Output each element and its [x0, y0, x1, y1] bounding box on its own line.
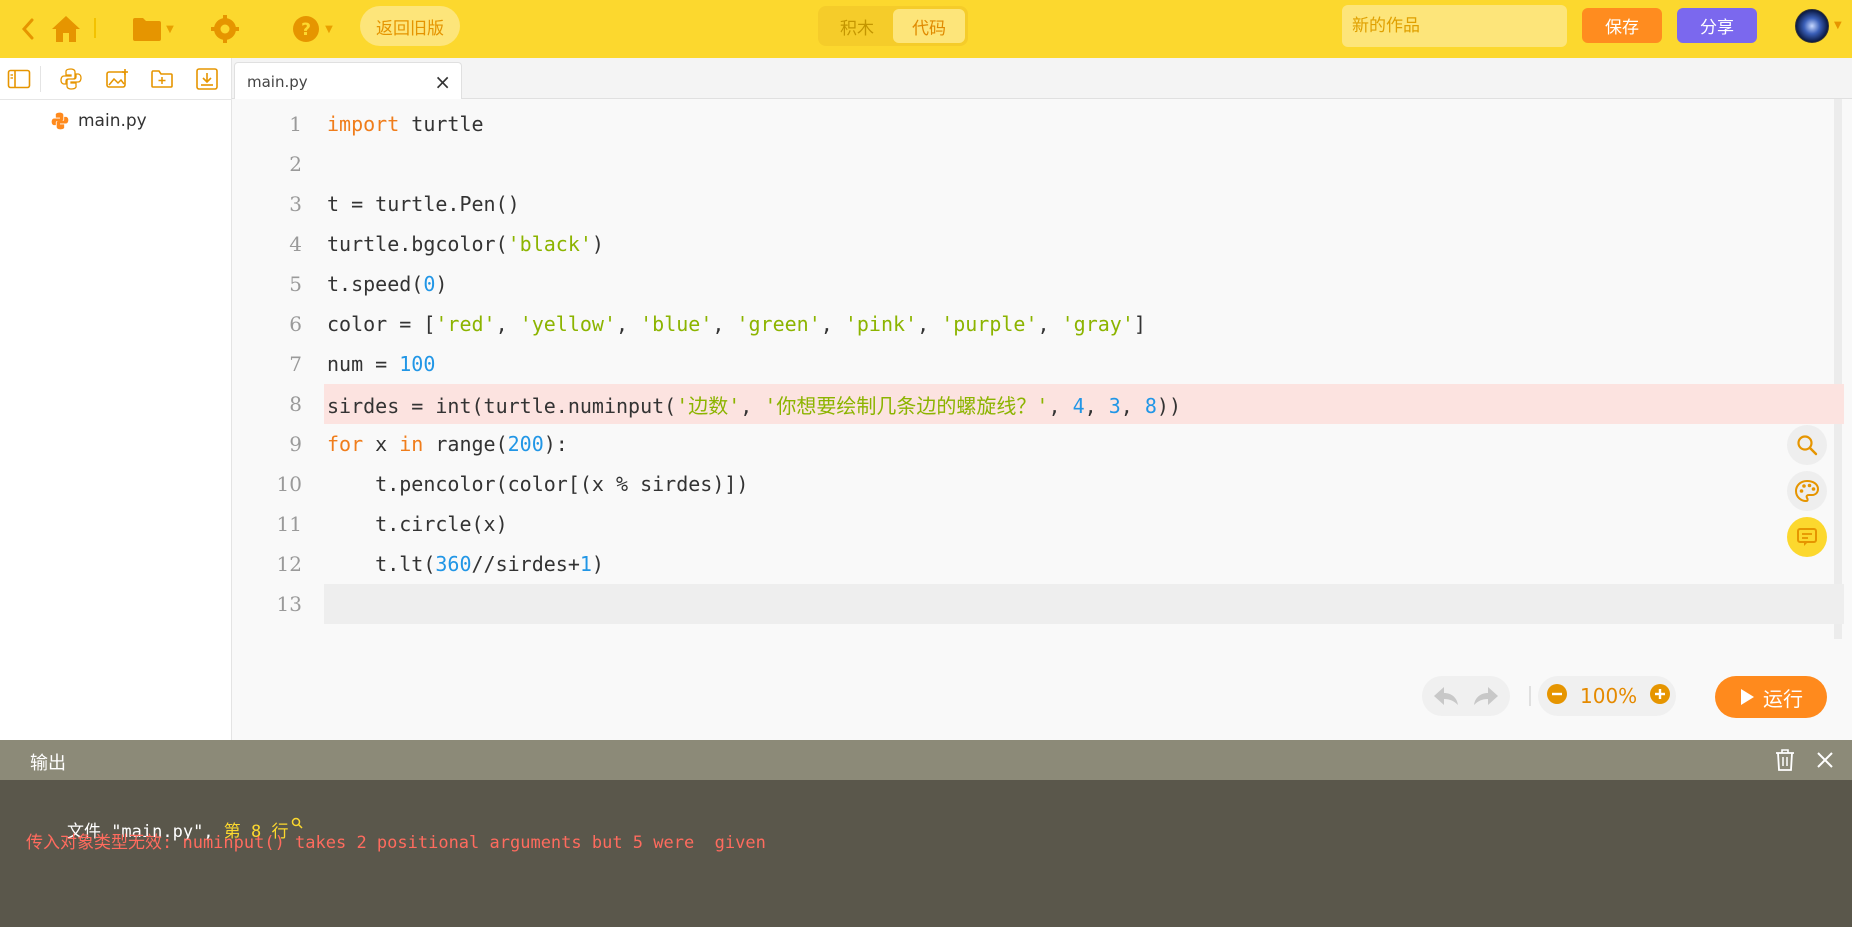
add-image-icon[interactable]: [104, 67, 130, 91]
line-number: 8: [289, 392, 302, 416]
undo-icon[interactable]: [1432, 684, 1460, 712]
help-icon: ?: [293, 16, 320, 42]
redo-icon[interactable]: [1472, 684, 1500, 712]
play-icon: [1741, 689, 1754, 705]
run-label: 运行: [1763, 686, 1803, 711]
code-line[interactable]: 2: [232, 144, 1842, 184]
settings-gear-icon[interactable]: [208, 9, 242, 49]
toolbar-divider: [1529, 686, 1531, 706]
palette-icon[interactable]: [1787, 471, 1827, 511]
tab-main-py[interactable]: main.py ×: [234, 62, 462, 100]
code-line[interactable]: 4 turtle.bgcolor('black'): [232, 224, 1842, 264]
home-icon[interactable]: [48, 9, 84, 49]
code-text: for x in range(200):: [327, 432, 568, 456]
mode-switch: 积木 代码: [818, 6, 968, 46]
code-line[interactable]: 10 t.pencolor(color[(x % sirdes)]): [232, 464, 1842, 504]
top-toolbar: ▼ ? ▼ 返回旧版 积木 代码 保存 分享 ▼: [0, 0, 1852, 58]
line-number: 5: [289, 272, 302, 296]
code-text: t.lt(360//sirdes+1): [327, 552, 604, 576]
folder-icon: [133, 18, 162, 41]
sidebar-toolbar: [0, 58, 232, 100]
line-number: 12: [276, 552, 302, 576]
code-text: import turtle: [327, 112, 484, 136]
file-name: main.py: [78, 111, 147, 131]
avatar[interactable]: [1795, 9, 1829, 43]
save-button[interactable]: 保存: [1582, 8, 1662, 43]
code-text: color = ['red', 'yellow', 'blue', 'green…: [327, 312, 1146, 336]
share-button[interactable]: 分享: [1677, 8, 1757, 43]
code-text: t.pencolor(color[(x % sirdes)]): [327, 472, 749, 496]
line-number: 10: [276, 472, 302, 496]
code-line-error[interactable]: 8 sirdes = int(turtle.numinput('边数', '你想要…: [232, 384, 1844, 424]
back-icon[interactable]: [18, 9, 38, 49]
code-line[interactable]: 5 t.speed(0): [232, 264, 1842, 304]
chevron-down-icon: ▼: [325, 23, 333, 35]
line-number: 2: [289, 152, 302, 176]
code-text: t.speed(0): [327, 272, 448, 296]
project-title-input[interactable]: [1342, 5, 1567, 47]
python-file-icon: [51, 112, 69, 130]
code-line[interactable]: 9 for x in range(200):: [232, 424, 1842, 464]
new-folder-icon[interactable]: [149, 67, 175, 91]
tab-label: main.py: [247, 72, 308, 91]
toggle-sidebar-icon[interactable]: [6, 67, 32, 91]
run-button[interactable]: 运行: [1715, 676, 1827, 718]
close-icon[interactable]: ×: [434, 70, 451, 94]
output-header: 输出: [0, 740, 1852, 780]
chevron-down-icon: ▼: [166, 23, 174, 35]
tab-code[interactable]: 代码: [893, 9, 965, 43]
code-line[interactable]: 11 t.circle(x): [232, 504, 1842, 544]
line-number: 1: [289, 112, 302, 136]
output-panel: 输出 文件 "main.py", 第 8 行 传入对象类型无效: numinpu…: [0, 740, 1852, 927]
line-number: 3: [289, 192, 302, 216]
editor-tabs: main.py ×: [232, 58, 1852, 100]
line-number: 13: [276, 592, 302, 616]
code-line[interactable]: 6 color = ['red', 'yellow', 'blue', 'gree…: [232, 304, 1842, 344]
zoom-level: 100%: [1580, 684, 1638, 708]
download-icon[interactable]: [194, 67, 220, 91]
line-number: 6: [289, 312, 302, 336]
file-sidebar: main.py: [0, 58, 232, 740]
tab-blocks[interactable]: 积木: [821, 9, 893, 43]
code-text: num = 100: [327, 352, 436, 376]
current-line-highlight: [324, 584, 1844, 624]
toolbar-divider: [94, 18, 96, 38]
code-text: sirdes = int(turtle.numinput('边数', '你想要绘…: [327, 393, 1181, 418]
zoom-control: 100%: [1538, 676, 1676, 716]
output-title: 输出: [30, 753, 66, 774]
search-icon[interactable]: [1787, 425, 1827, 465]
code-line[interactable]: 7 num = 100: [232, 344, 1842, 384]
return-old-version-button[interactable]: 返回旧版: [360, 6, 460, 46]
undo-redo-group: [1422, 676, 1510, 716]
code-line[interactable]: 1 import turtle: [232, 104, 1842, 144]
zoom-out-icon[interactable]: [1546, 683, 1568, 709]
line-number: 4: [289, 232, 302, 256]
toolbar-divider: [40, 66, 41, 92]
code-text: t.circle(x): [327, 512, 508, 536]
code-line-current[interactable]: 13: [232, 584, 1844, 624]
feedback-icon[interactable]: [1787, 517, 1827, 557]
trash-icon[interactable]: [1774, 748, 1796, 776]
close-icon[interactable]: [1815, 750, 1835, 774]
line-number: 7: [289, 352, 302, 376]
code-text: t = turtle.Pen(): [327, 192, 520, 216]
chevron-down-icon[interactable]: ▼: [1834, 20, 1842, 31]
line-number: 11: [276, 512, 302, 536]
code-text: turtle.bgcolor('black'): [327, 232, 604, 256]
code-line[interactable]: 3 t = turtle.Pen(): [232, 184, 1842, 224]
svg-text:?: ?: [301, 20, 311, 40]
new-python-file-icon[interactable]: [58, 67, 84, 91]
code-line[interactable]: 12 t.lt(360//sirdes+1): [232, 544, 1842, 584]
zoom-in-icon[interactable]: [1649, 683, 1671, 709]
code-editor[interactable]: 1 import turtle 2 3 t = turtle.Pen() 4 turt…: [232, 99, 1852, 740]
help-menu[interactable]: ? ▼: [286, 9, 338, 49]
folder-menu[interactable]: ▼: [128, 9, 178, 49]
error-message: 传入对象类型无效: numinput() takes 2 positional …: [26, 833, 766, 853]
line-number: 9: [289, 432, 302, 456]
file-item-main-py[interactable]: main.py: [50, 111, 147, 131]
